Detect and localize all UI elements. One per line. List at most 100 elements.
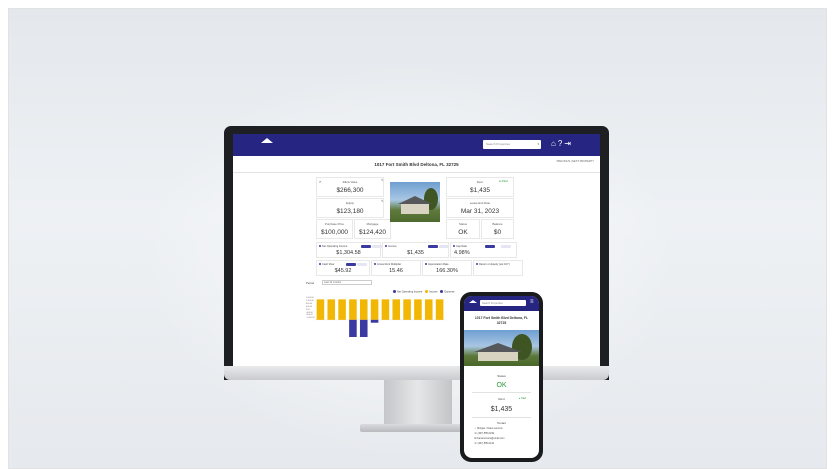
mobile-header: Search Properties ≡ [464, 296, 539, 311]
header-divider [233, 172, 600, 173]
cap-rate-card: Cap Rate 4.98% [450, 242, 517, 258]
purchase-price-label: Purchase Price [325, 222, 344, 226]
period-toggle[interactable] [501, 245, 511, 248]
period-select[interactable]: Last 12 months [322, 280, 372, 285]
bar-income-8[interactable] [392, 299, 401, 320]
noi-value: $1,304.58 [336, 250, 361, 256]
property-photo[interactable] [390, 182, 440, 222]
appreciation-value: 166.30% [436, 268, 458, 274]
equity-card: Equity $123,180 [316, 198, 384, 218]
bar-income-11[interactable] [424, 299, 433, 320]
return-on-equity-card: Return on Equity (est 10Y) [473, 260, 523, 276]
mobile-status-label: Status [497, 374, 506, 378]
bar-income-2[interactable] [327, 299, 336, 320]
y-axis-ticks: 1,600.00 1,200.00 800.00 400.00 0.00 -40… [306, 297, 314, 320]
equity-label: Equity [346, 201, 354, 205]
cash-flow-card: Cash Flow $45.92 [316, 260, 370, 276]
bar-income-9[interactable] [403, 299, 411, 320]
period-label: Period [306, 281, 315, 285]
mobile-screen: Search Properties ≡ 1017 Fort Smith Blvd… [464, 296, 539, 458]
imac-stand [384, 380, 452, 426]
period-toggle[interactable] [357, 263, 367, 266]
grm-value: 15.46 [389, 268, 403, 274]
refresh-icon[interactable]: ⟳ [319, 180, 322, 184]
zillow-value: $266,300 [336, 187, 364, 194]
home-icon[interactable]: ⌂ [551, 139, 558, 148]
noi-card: Net Operating Income $1,304.58 [316, 242, 382, 258]
legend-swatch-expense [440, 290, 444, 293]
period-toggle[interactable] [346, 263, 356, 266]
zillow-value-card: Zillow Value $266,300 ⟳ [316, 177, 384, 197]
bar-income-5[interactable] [359, 299, 368, 320]
imac-stand-base [360, 424, 476, 432]
bar-expense-4[interactable] [349, 319, 357, 337]
mortgage-label: Mortgage [366, 222, 379, 226]
brand-logo[interactable] [469, 300, 477, 307]
y-tick-label: -1,200.00 [306, 317, 315, 320]
legend-swatch-income [425, 290, 429, 293]
bar-expense-6[interactable] [370, 319, 379, 323]
mobile-tenant-label: Tenant [496, 421, 506, 425]
logout-icon[interactable]: ⇥ [564, 139, 573, 148]
divider [472, 392, 531, 393]
cap-rate-label: Cap Rate [453, 245, 467, 248]
tenant-phone-alt[interactable]: ☏ (407) 555-0142 [474, 442, 494, 445]
status-card: Status OK [446, 219, 480, 239]
cash-flow-label: Cash Flow [319, 263, 334, 266]
brand-logo[interactable] [261, 138, 275, 152]
edit-icon[interactable]: ✎ [381, 178, 384, 182]
legend-item-noi[interactable]: Net Operating Income [397, 291, 422, 294]
income-card: Income $1,435 [382, 242, 449, 258]
grm-label: Gross Rent Multiplier [374, 263, 401, 266]
rent-value: $1,435 [470, 187, 490, 194]
property-nav-link[interactable]: PREVIOUS | NEXT PROPERTY [557, 160, 594, 163]
bar-income-6[interactable] [370, 299, 379, 320]
desktop-screen: Search Properties ▾ ⌂?⇥ 1017 Fort Smith … [233, 134, 600, 368]
tenant-email[interactable]: ✉ Kiana.lemons@email.com [474, 437, 504, 440]
mobile-search-input[interactable]: Search Properties [480, 300, 526, 306]
hamburger-menu-icon[interactable]: ≡ [530, 299, 534, 305]
bar-income-3[interactable] [338, 299, 346, 320]
grm-card: Gross Rent Multiplier 15.46 [371, 260, 421, 276]
income-label: Income [385, 245, 397, 248]
appreciation-label: Appreciation Rate [425, 263, 449, 266]
lease-end-value: Mar 31, 2023 [460, 208, 500, 215]
edit-icon[interactable]: ✎ [381, 199, 384, 203]
period-toggle[interactable] [439, 245, 449, 248]
bar-income-12[interactable] [435, 299, 444, 320]
bar-income-7[interactable] [381, 299, 390, 320]
purchase-price-card: Purchase Price $100,000 [316, 219, 353, 239]
income-value: $1,435 [407, 250, 424, 256]
mobile-rent-label: Rent [498, 397, 505, 401]
chevron-down-icon[interactable]: ▾ [537, 142, 539, 146]
bar-expense-5[interactable] [359, 319, 368, 337]
period-toggle[interactable] [428, 245, 438, 248]
noi-label: Net Operating Income [319, 245, 347, 248]
property-search-input[interactable]: Search Properties ▾ [483, 140, 541, 149]
header-icon-group: ⌂?⇥ [551, 139, 573, 148]
tenant-name: ☺ Morgan / Kiana Lemons [474, 427, 503, 430]
period-toggle[interactable] [485, 245, 495, 248]
mobile-property-photo[interactable] [464, 330, 539, 366]
lease-end-card: Lease End Date Mar 31, 2023 [446, 198, 514, 218]
paid-badge: ● Paid [499, 179, 508, 183]
mobile-rent-value: $1,435 [490, 406, 513, 413]
page-title: 1017 Fort Smith Blvd Deltona, FL 32725 [374, 162, 459, 167]
cash-flow-value: $45.92 [334, 268, 352, 274]
mobile-paid-badge: ● Paid [519, 397, 526, 400]
bar-income-1[interactable] [316, 299, 325, 320]
legend-item-income[interactable]: Income [429, 291, 438, 294]
bar-income-10[interactable] [414, 299, 422, 320]
imac-chin [224, 366, 609, 380]
income-expense-chart [315, 299, 445, 337]
tenant-phone[interactable]: ☏ (407) 555-0199 [474, 432, 494, 435]
status-label: Status [459, 222, 467, 226]
legend-item-expense[interactable]: Expense [444, 291, 454, 294]
mortgage-value: $124,420 [358, 229, 387, 236]
period-toggle[interactable] [372, 245, 382, 248]
balance-card: Balance $0 [481, 219, 514, 239]
bar-income-4[interactable] [349, 299, 357, 320]
mobile-status-value: OK [496, 382, 507, 389]
rent-card: Rent $1,435 ● Paid [446, 177, 514, 197]
period-toggle[interactable] [361, 245, 371, 248]
